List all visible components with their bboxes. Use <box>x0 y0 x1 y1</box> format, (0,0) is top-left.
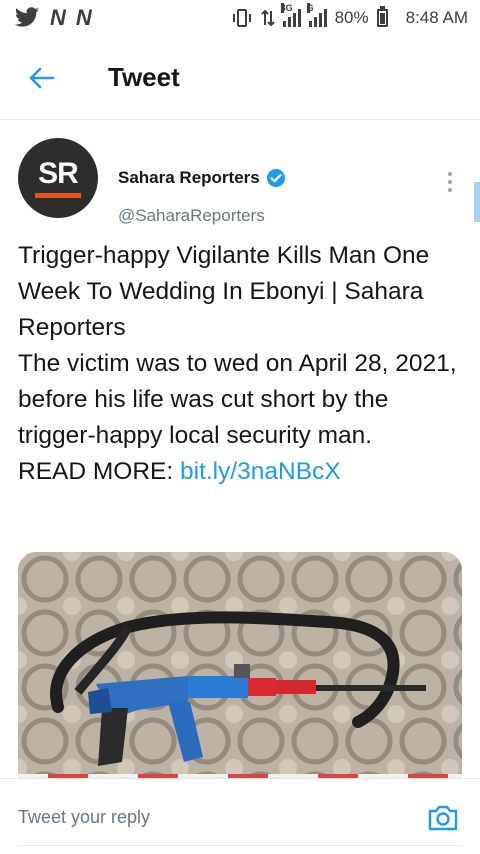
more-options-button[interactable] <box>438 170 462 194</box>
notification-icons: N N <box>14 5 92 31</box>
system-status: 3G G 80% 8:48 AM <box>231 3 468 28</box>
author-name-row[interactable]: Sahara Reporters <box>118 168 286 188</box>
clock: 8:48 AM <box>405 8 468 27</box>
network-type-label: 3G <box>280 3 293 13</box>
notification-app-icon: N <box>75 5 92 30</box>
signal-strength-icon-2: G <box>306 3 327 27</box>
tweet-text: Trigger-happy Vigilante Kills Man One We… <box>18 238 458 490</box>
page-title: Tweet <box>108 62 180 92</box>
author-name: Sahara Reporters <box>118 168 260 187</box>
read-more-line: READ MORE: bit.ly/3naNBcX <box>18 454 458 490</box>
avatar-text: SR <box>38 156 79 190</box>
notification-app-icon: N <box>50 5 66 30</box>
author-handle[interactable]: @SaharaReporters <box>118 206 265 226</box>
reply-input[interactable]: Tweet your reply <box>18 807 150 828</box>
status-bar: N N 3G G 80% 8:48 AM <box>0 0 480 36</box>
divider <box>18 845 462 846</box>
arrow-left-icon <box>29 67 55 88</box>
avatar-accent-bar <box>35 192 81 198</box>
tweet-media-image[interactable] <box>18 552 462 778</box>
twitter-icon <box>14 7 39 27</box>
signal-strength-icon: 3G <box>280 3 301 27</box>
vibrate-icon <box>232 9 251 27</box>
reply-composer: Tweet your reply <box>0 778 480 854</box>
read-more-label: READ MORE: <box>18 458 180 485</box>
tweet-detail: SR Sahara Reporters @SaharaReporters Tri… <box>0 120 480 778</box>
camera-icon <box>428 805 458 831</box>
avatar[interactable]: SR <box>18 138 98 218</box>
top-app-bar: Tweet <box>0 36 480 120</box>
camera-button[interactable] <box>426 801 460 835</box>
scrollbar[interactable] <box>474 182 480 222</box>
verified-badge-icon <box>266 169 285 187</box>
back-button[interactable] <box>14 50 70 106</box>
rifle-photo <box>18 552 462 778</box>
tweet-link[interactable]: bit.ly/3naNBcX <box>180 458 341 485</box>
tweet-headline: Trigger-happy Vigilante Kills Man One We… <box>18 242 430 341</box>
data-transfer-icon <box>260 9 275 27</box>
network-type-label-2: G <box>306 3 314 13</box>
tweet-header: SR Sahara Reporters @SaharaReporters <box>18 138 462 225</box>
battery-icon <box>376 6 388 27</box>
battery-percent: 80% <box>334 8 369 27</box>
more-dots-icon <box>448 172 452 176</box>
tweet-body: The victim was to wed on April 28, 2021,… <box>18 350 457 449</box>
